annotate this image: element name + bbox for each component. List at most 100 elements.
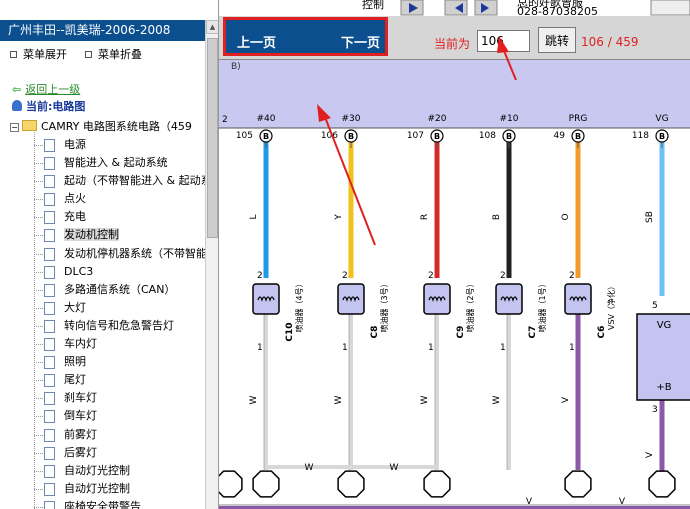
red-arrow-head-1 [317, 104, 331, 122]
tree-item[interactable]: 倒车灯 [0, 407, 205, 425]
tree-connector [34, 488, 43, 490]
tree-root[interactable]: − CAMRY 电路图系统电路（459 [10, 118, 192, 134]
tree-connector [34, 470, 43, 472]
tree-connector [34, 362, 43, 364]
tree-connector [34, 416, 43, 418]
tree-item[interactable]: 智能进入 & 起动系统 [0, 154, 205, 172]
tree-item-label: 尾灯 [64, 373, 86, 387]
tree-item-label: 电源 [64, 138, 86, 151]
document-icon [44, 446, 55, 460]
location-icon [12, 100, 22, 111]
tree-item-label: 座椅安全带警告 [64, 499, 141, 509]
tree-item-label: 起动（不带智能进入 & 起动系 [64, 174, 212, 188]
tree-item[interactable]: 自动灯光控制 [0, 462, 205, 480]
tree-item[interactable]: DLC3 [0, 263, 205, 281]
document-icon [44, 392, 55, 406]
tree-item[interactable]: 转向信号和危急警告灯 [0, 317, 205, 335]
scroll-up-icon[interactable]: ▲ [206, 20, 218, 34]
tree-item-label: 转向信号和危急警告灯 [64, 318, 174, 332]
document-icon [44, 482, 55, 496]
tree-item-label: 自动灯光控制 [64, 463, 130, 477]
document-icon [44, 410, 55, 424]
tree-item[interactable]: 发动机停机器系统（不带智能 [0, 245, 207, 263]
document-icon [44, 374, 55, 388]
tree-connector [34, 434, 43, 436]
tree-item-label: 车内灯 [64, 337, 97, 351]
tree-item-label: 倒车灯 [64, 409, 97, 423]
tree-item-label: 点火 [64, 192, 86, 206]
scrollbar[interactable]: ▲ [205, 20, 218, 509]
document-icon [44, 211, 55, 225]
tree-item[interactable]: 点火 [0, 190, 205, 208]
tree-item-label: 后雾灯 [64, 445, 97, 459]
collapse-toggle-icon[interactable]: − [10, 123, 19, 132]
tree-item[interactable]: 后雾灯 [0, 444, 205, 462]
tree-connector [34, 398, 43, 400]
left-panel: 广州丰田--凯美瑞-2006-2008 菜单展开 菜单折叠 ⇦ 返回上一级 当前:… [0, 0, 219, 509]
document-icon [44, 157, 55, 171]
document-icon [44, 193, 55, 207]
collapse-icon [85, 51, 92, 58]
annotation-arrows [317, 36, 517, 246]
tree-list: 电源智能进入 & 起动系统起动（不带智能进入 & 起动系 点火充电发动机控制发动机… [0, 136, 212, 509]
left-top-strip [0, 0, 218, 20]
tree-connector [34, 199, 43, 201]
tree-item[interactable]: 电源 [0, 136, 205, 154]
tree-item-label: 大灯 [64, 300, 86, 314]
tree-item-label: 照明 [64, 355, 86, 369]
document-icon [44, 301, 55, 315]
document-icon [44, 139, 55, 152]
document-icon [44, 265, 55, 279]
tree-item[interactable]: 多路通信系统（CAN） [0, 281, 205, 299]
red-arrow-line-1 [322, 111, 376, 246]
tree-item[interactable]: 刹车灯 [0, 389, 205, 407]
tree-connector [34, 289, 43, 291]
document-icon [44, 175, 55, 189]
tree-item-label: 充电 [64, 210, 86, 224]
document-icon [44, 283, 55, 297]
document-icon [44, 464, 55, 478]
back-arrow-icon: ⇦ [12, 83, 22, 96]
tree-item[interactable]: 充电 [0, 208, 205, 226]
tree-item-label: 自动灯光控制 [64, 481, 130, 495]
tree-connector [34, 452, 43, 454]
tree-item[interactable]: 尾灯 [0, 371, 205, 389]
tree-connector [34, 235, 43, 237]
document-icon [44, 247, 55, 261]
expand-icon [10, 51, 17, 58]
tree-item[interactable]: 座椅安全带警告 [0, 498, 205, 509]
tree-item[interactable]: 起动（不带智能进入 & 起动系 [0, 172, 212, 190]
document-icon [44, 338, 55, 352]
tree-item-label: 前雾灯 [64, 427, 97, 441]
tree-connector [34, 181, 43, 183]
folder-open-icon [22, 120, 37, 131]
tree-item-label: 发动机控制 [64, 228, 119, 242]
tree-connector [34, 380, 43, 382]
back-link-label: 返回上一级 [25, 83, 81, 96]
tree-item-label: DLC3 [64, 264, 94, 278]
document-icon [44, 319, 55, 333]
tree-item-label: 刹车灯 [64, 391, 97, 405]
tree-connector [34, 271, 43, 273]
tree-connector [34, 145, 43, 146]
red-arrow-head-2 [497, 36, 509, 53]
tree-item[interactable]: 发动机控制 [0, 226, 205, 244]
tree-item[interactable]: 车内灯 [0, 335, 205, 353]
document-icon [44, 229, 55, 243]
back-link[interactable]: ⇦ 返回上一级 [12, 81, 80, 97]
tree-item[interactable]: 前雾灯 [0, 426, 205, 444]
tree-item[interactable]: 大灯 [0, 299, 205, 317]
tree-item-label: 多路通信系统（CAN） [64, 282, 176, 296]
document-icon [44, 428, 55, 442]
tree-item-label: 智能进入 & 起动系统 [64, 156, 168, 170]
tree-connector [34, 217, 43, 219]
tree-item[interactable]: 自动灯光控制 [0, 480, 205, 498]
scroll-thumb[interactable] [207, 38, 218, 238]
tree-item[interactable]: 照明 [0, 353, 205, 371]
menu-collapse-button[interactable]: 菜单折叠 [85, 46, 142, 62]
tree-connector [34, 325, 43, 327]
tree-connector [34, 163, 43, 165]
document-icon [44, 500, 55, 509]
menu-expand-button[interactable]: 菜单展开 [10, 46, 67, 62]
tree-item-label: 发动机停机器系统（不带智能 [64, 246, 207, 260]
